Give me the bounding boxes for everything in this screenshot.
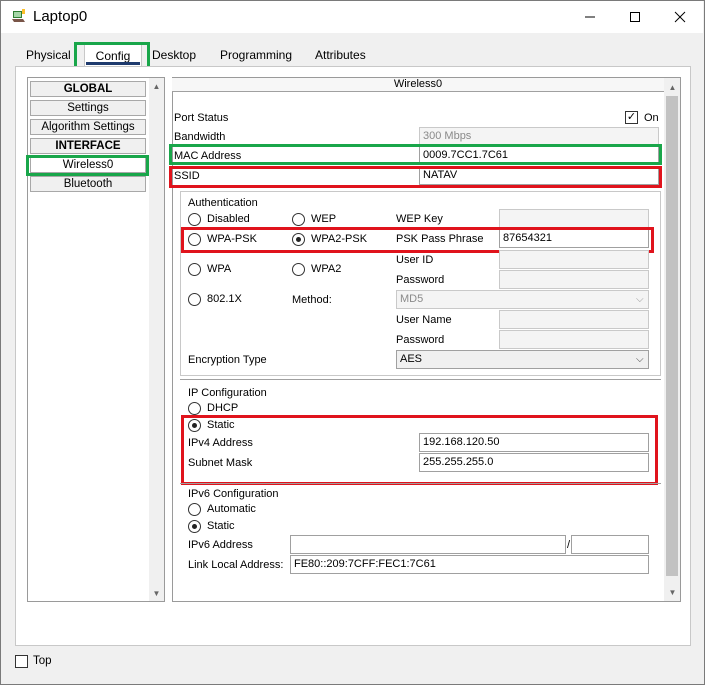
ip-config-title: IP Configuration (188, 387, 267, 399)
ipv6-automatic-radio[interactable] (188, 503, 201, 516)
panel-scroll-thumb[interactable] (666, 96, 678, 576)
auth-8021x-radio[interactable] (188, 293, 201, 306)
auth-8021x-label: 802.1X (207, 293, 242, 305)
ipv6-automatic-label: Automatic (207, 503, 256, 515)
ip-dhcp-label: DHCP (207, 402, 239, 414)
wep-key-label: WEP Key (396, 213, 443, 225)
sidebar-item-settings[interactable]: Settings (30, 100, 146, 116)
ipv6-address-field[interactable] (290, 535, 566, 554)
password2-label: Password (396, 334, 445, 346)
authentication-title: Authentication (188, 197, 258, 209)
ip-dhcp-radio[interactable] (188, 402, 201, 415)
wireless0-highlight (26, 155, 149, 176)
panel-title: Wireless0 (172, 78, 664, 92)
tab-programming[interactable]: Programming (216, 44, 296, 66)
auth-wpa2-radio[interactable] (292, 263, 305, 276)
minimize-button[interactable] (568, 4, 612, 30)
method-value: MD5 (400, 293, 424, 305)
top-checkbox[interactable] (15, 655, 28, 668)
ipv6-static-label: Static (207, 520, 235, 532)
ipv6-static-radio[interactable] (188, 520, 201, 533)
ipv6-prefix-field[interactable] (571, 535, 649, 554)
mac-address-highlight (169, 144, 662, 165)
sidebar-item-bluetooth[interactable]: Bluetooth (30, 176, 146, 192)
user-id-label: User ID (396, 254, 434, 266)
auth-wep-label: WEP (311, 213, 337, 225)
user-name-field (499, 310, 649, 329)
sidebar-global-header: GLOBAL (30, 81, 146, 97)
auth-disabled-label: Disabled (207, 213, 250, 225)
encryption-type-select[interactable]: AES (396, 350, 649, 369)
auth-disabled-radio[interactable] (188, 213, 201, 226)
tab-desktop[interactable]: Desktop (148, 44, 200, 66)
wep-key-field (499, 209, 649, 228)
panel-scroll-down-icon[interactable]: ▼ (665, 587, 680, 599)
port-status-label: Port Status (174, 112, 229, 124)
ipv6-divider (180, 483, 661, 484)
panel-scroll-up-icon[interactable]: ▲ (665, 82, 680, 94)
auth-wpa2-label: WPA2 (311, 263, 342, 275)
ip-config-highlight (181, 415, 658, 485)
top-label: Top (33, 655, 52, 667)
ipv6-config-title: IPv6 Configuration (188, 488, 279, 500)
user-name-label: User Name (396, 314, 452, 326)
sidebar-scroll-down-icon[interactable]: ▼ (149, 588, 164, 600)
window-title: Laptop0 (33, 8, 88, 25)
ip-config-divider (180, 379, 661, 380)
sidebar-scroll-up-icon[interactable]: ▲ (149, 81, 164, 93)
auth-wpa-label: WPA (207, 263, 232, 275)
sidebar-item-algorithm-settings[interactable]: Algorithm Settings (30, 119, 146, 135)
link-local-label: Link Local Address: (188, 559, 284, 571)
laptop-app-icon (11, 8, 27, 24)
close-button[interactable] (658, 4, 702, 30)
port-on-label: On (644, 112, 659, 124)
encryption-type-value: AES (400, 353, 423, 365)
port-on-checkbox[interactable]: ✓ (625, 111, 638, 124)
minimize-icon (585, 16, 595, 18)
sidebar-interface-header: INTERFACE (30, 138, 146, 154)
maximize-icon (630, 12, 640, 22)
password2-field (499, 330, 649, 349)
auth-wep-radio[interactable] (292, 213, 305, 226)
close-icon (674, 11, 686, 23)
ipv6-address-label: IPv6 Address (188, 539, 253, 551)
encryption-type-label: Encryption Type (188, 354, 267, 366)
sidebar-scrollbar[interactable] (149, 78, 164, 601)
user-id-field (499, 250, 649, 269)
tab-physical[interactable]: Physical (22, 44, 75, 66)
link-local-field: FE80::209:7CFF:FEC1:7C61 (290, 555, 649, 574)
bandwidth-label: Bandwidth (174, 131, 226, 143)
method-label: Method: (292, 294, 332, 306)
method-select: MD5 (396, 290, 649, 309)
ipv6-prefix-separator: / (567, 539, 571, 551)
maximize-button[interactable] (613, 4, 657, 30)
auth-wpa-radio[interactable] (188, 263, 201, 276)
encryption-chevron-down-icon[interactable]: ⌵ (636, 354, 644, 365)
ssid-highlight (169, 166, 662, 188)
tab-attributes[interactable]: Attributes (311, 44, 370, 66)
method-chevron-down-icon: ⌵ (636, 294, 644, 305)
password-field (499, 270, 649, 289)
password-label: Password (396, 274, 445, 286)
